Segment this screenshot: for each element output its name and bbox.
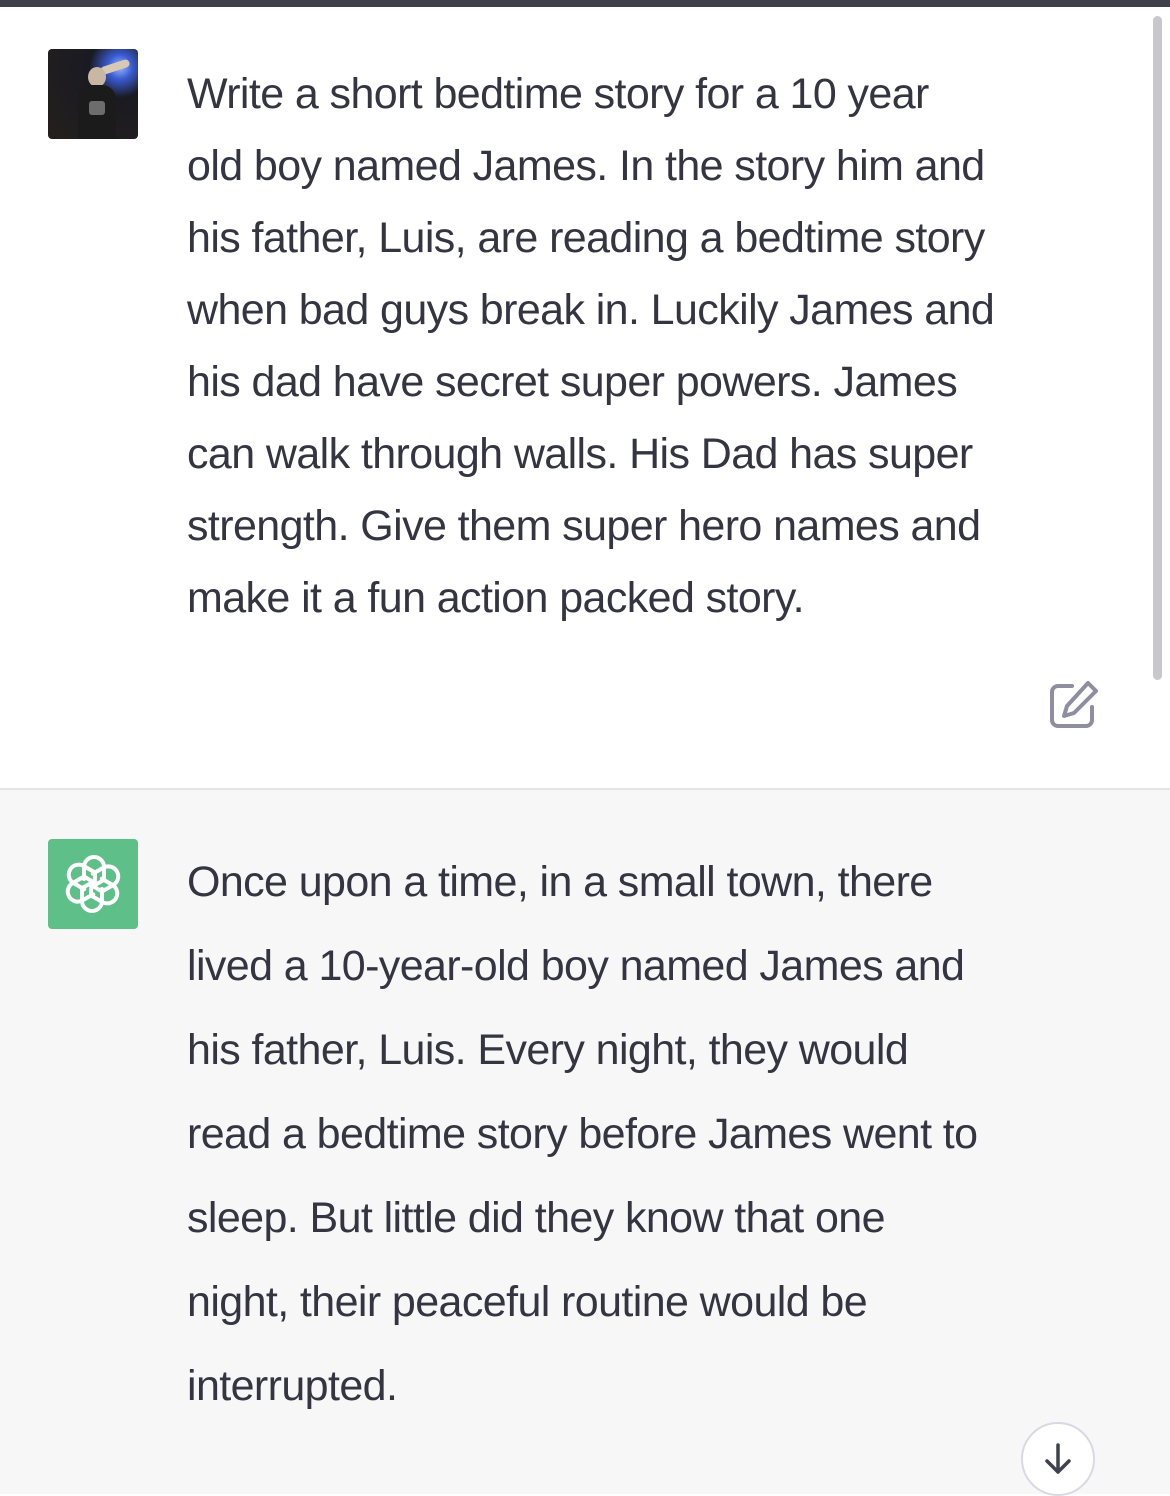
openai-logo-icon xyxy=(65,855,121,913)
assistant-avatar xyxy=(48,839,138,929)
scrollbar-thumb[interactable] xyxy=(1153,16,1162,680)
scroll-to-bottom-button[interactable] xyxy=(1021,1422,1095,1496)
top-bar xyxy=(0,0,1170,7)
user-message-text: Write a short bedtime story for a 10 yea… xyxy=(187,70,995,622)
assistant-message-text: Once upon a time, in a small town, there… xyxy=(187,858,978,1410)
edit-icon xyxy=(1050,681,1098,728)
avatar-figure-head xyxy=(88,67,106,87)
avatar-shirt-print xyxy=(89,101,105,115)
edit-message-button[interactable] xyxy=(1048,680,1100,730)
user-avatar xyxy=(48,49,138,139)
arrow-down-icon xyxy=(1045,1443,1071,1474)
